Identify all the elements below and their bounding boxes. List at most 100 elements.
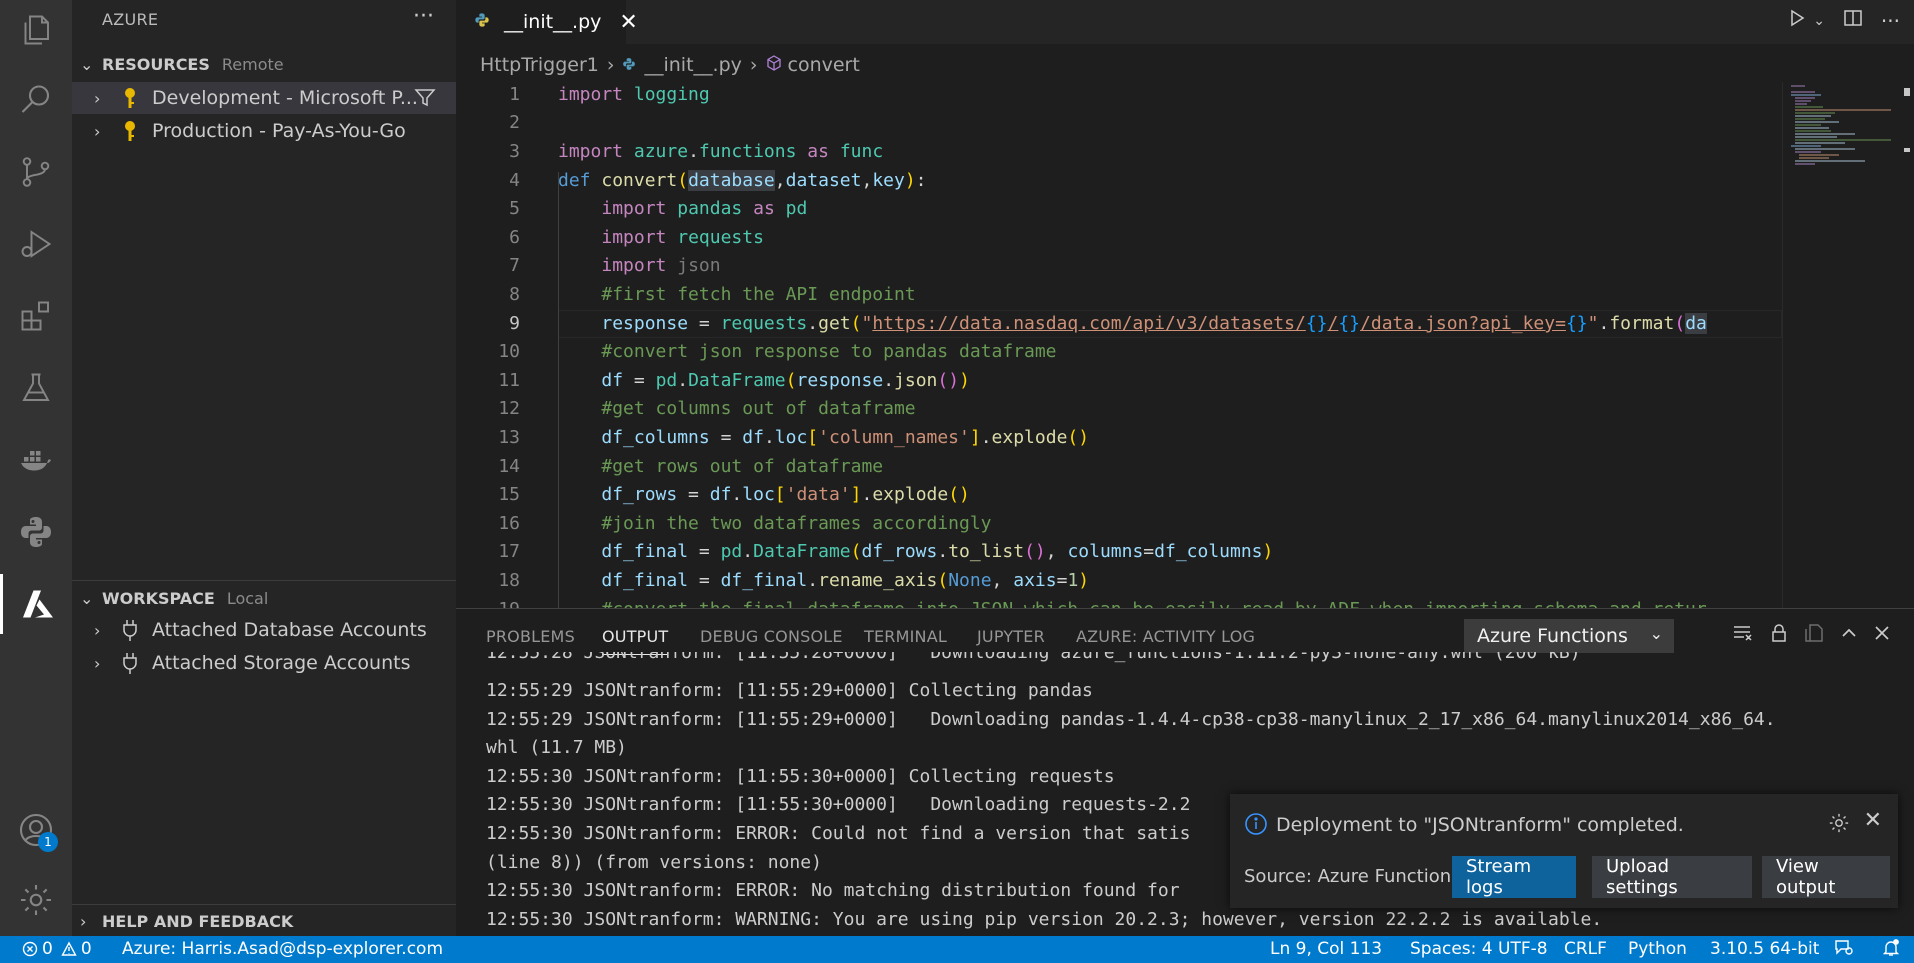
- code-line: #get rows out of dataframe: [601, 456, 884, 477]
- workspace-section-header[interactable]: ⌄ WORKSPACE Local: [72, 582, 456, 614]
- breadcrumb-file[interactable]: __init__.py: [644, 54, 741, 76]
- python-file-icon: [474, 11, 490, 33]
- line-number: 18: [498, 570, 520, 591]
- python-icon[interactable]: [0, 502, 72, 562]
- search-icon[interactable]: [0, 70, 72, 130]
- accounts-badge: 1: [38, 832, 58, 852]
- cursor-position-status[interactable]: Ln 9, Col 113: [1270, 939, 1382, 959]
- code-line: import logging: [558, 84, 710, 105]
- tree-item-production[interactable]: › Production - Pay-As-You-Go: [72, 115, 456, 147]
- more-actions-icon[interactable]: ···: [413, 4, 434, 29]
- line-number: 7: [509, 255, 520, 276]
- extensions-icon[interactable]: [0, 286, 72, 346]
- upload-settings-button[interactable]: Upload settings: [1592, 856, 1752, 898]
- error-icon: [22, 941, 38, 957]
- code-line: response = requests.get("https://data.na…: [601, 313, 1707, 334]
- problems-status[interactable]: 0 0: [22, 939, 92, 959]
- sidebar-title: AZURE: [102, 10, 159, 29]
- tab-output[interactable]: OUTPUT: [602, 627, 669, 655]
- close-icon[interactable]: ✕: [1864, 808, 1882, 833]
- output-line: 12:55:29 JSONtranform: [11:55:29+0000] C…: [486, 680, 1093, 701]
- code-line: #first fetch the API endpoint: [601, 284, 916, 305]
- testing-icon[interactable]: [0, 358, 72, 418]
- output-line: whl (11.7 MB): [486, 737, 627, 758]
- filter-icon[interactable]: [414, 88, 436, 113]
- docker-icon[interactable]: [0, 430, 72, 490]
- indentation-status[interactable]: Spaces: 4: [1410, 939, 1493, 959]
- status-bar: 0 0 Azure: Harris.Asad@dsp-explorer.com …: [0, 936, 1914, 963]
- line-number: 9: [509, 313, 520, 334]
- notifications-bell-icon[interactable]: [1882, 939, 1900, 962]
- resources-section-header[interactable]: ⌄ RESOURCES Remote: [72, 48, 456, 80]
- breadcrumb-symbol[interactable]: convert: [788, 54, 860, 76]
- language-status[interactable]: Python: [1628, 939, 1687, 959]
- eol-status[interactable]: CRLF: [1564, 939, 1607, 959]
- more-actions-icon[interactable]: ···: [1881, 9, 1900, 33]
- accounts-icon[interactable]: 1: [0, 800, 72, 860]
- feedback-icon[interactable]: [1834, 939, 1854, 962]
- editor-actions: ⌄ ···: [1787, 8, 1900, 33]
- output-line: 12:55:30 JSONtranform: WARNING: You are …: [486, 909, 1603, 930]
- chevron-down-icon: ⌄: [80, 54, 94, 74]
- azure-icon[interactable]: [0, 574, 72, 634]
- tab-azure-activity-log[interactable]: AZURE: ACTIVITY LOG: [1076, 627, 1255, 646]
- tree-item-label: Development - Microsoft P...: [152, 87, 418, 109]
- code-line: import requests: [601, 227, 764, 248]
- tab-problems[interactable]: PROBLEMS: [486, 627, 575, 646]
- chevron-down-icon: ⌄: [80, 588, 94, 608]
- run-icon[interactable]: [1787, 8, 1807, 33]
- breadcrumb-folder[interactable]: HttpTrigger1: [480, 54, 599, 76]
- chevron-right-icon: ›: [749, 54, 758, 76]
- code-line: import json: [601, 255, 721, 276]
- close-tab-icon[interactable]: ✕: [619, 10, 637, 35]
- run-debug-icon[interactable]: [0, 214, 72, 274]
- settings-gear-icon[interactable]: [0, 870, 72, 930]
- tree-item-attached-storage[interactable]: › Attached Storage Accounts: [72, 647, 456, 679]
- help-feedback-section-header[interactable]: › HELP AND FEEDBACK: [72, 905, 456, 937]
- maximize-panel-icon[interactable]: [1840, 624, 1858, 647]
- method-icon: [766, 54, 782, 76]
- split-editor-icon[interactable]: [1843, 8, 1863, 33]
- line-number: 5: [509, 198, 520, 219]
- minimap[interactable]: [1782, 82, 1901, 608]
- code-editor[interactable]: 1 2 3 4 5 6 7 8 9 10 11 12 13 14 15 16 1…: [456, 82, 1782, 608]
- line-number: 3: [509, 141, 520, 162]
- source-control-icon[interactable]: [0, 142, 72, 202]
- line-number: 17: [498, 541, 520, 562]
- line-number: 13: [498, 427, 520, 448]
- chevron-right-icon: ›: [80, 911, 87, 931]
- activity-bar: 1: [0, 0, 72, 936]
- azure-account-status[interactable]: Azure: Harris.Asad@dsp-explorer.com: [122, 939, 443, 959]
- gear-icon[interactable]: [1828, 812, 1850, 839]
- key-icon: [120, 120, 140, 142]
- stream-logs-button[interactable]: Stream logs: [1452, 856, 1576, 898]
- explorer-icon[interactable]: [0, 0, 72, 60]
- line-number: 11: [498, 370, 520, 391]
- code-line: #join the two dataframes accordingly: [601, 513, 992, 534]
- chevron-down-icon[interactable]: ⌄: [1813, 13, 1825, 29]
- view-output-button[interactable]: View output: [1762, 856, 1890, 898]
- tree-item-development[interactable]: › Development - Microsoft P...: [72, 82, 456, 114]
- workspace-sub-label: Local: [226, 588, 269, 608]
- line-number: 12: [498, 398, 520, 419]
- tab-init-py[interactable]: __init__.py ✕: [456, 0, 638, 44]
- close-panel-icon[interactable]: [1874, 625, 1890, 646]
- open-in-editor-icon[interactable]: [1804, 623, 1824, 648]
- vertical-scrollbar[interactable]: [1900, 82, 1914, 608]
- output-line: 12:55:29 JSONtranform: [11:55:29+0000] D…: [486, 709, 1776, 730]
- lock-icon[interactable]: [1770, 623, 1788, 648]
- code-line: #get columns out of dataframe: [601, 398, 916, 419]
- plug-icon: [120, 652, 140, 674]
- clear-output-icon[interactable]: [1732, 624, 1754, 647]
- code-line: df_final = df_final.rename_axis(None, ax…: [601, 570, 1090, 591]
- tab-terminal[interactable]: TERMINAL: [864, 627, 947, 646]
- output-channel-select[interactable]: Azure Functions ⌄: [1464, 619, 1674, 653]
- tab-jupyter[interactable]: JUPYTER: [977, 627, 1045, 646]
- tab-debug-console[interactable]: DEBUG CONSOLE: [700, 627, 843, 646]
- notification-message: Deployment to "JSONtranform" completed.: [1276, 814, 1684, 836]
- interpreter-status[interactable]: 3.10.5 64-bit: [1710, 939, 1819, 959]
- code-line: df_columns = df.loc['column_names'].expl…: [601, 427, 1090, 448]
- tree-item-attached-database[interactable]: › Attached Database Accounts: [72, 614, 456, 646]
- chevron-right-icon: ›: [94, 620, 101, 640]
- encoding-status[interactable]: UTF-8: [1498, 939, 1548, 959]
